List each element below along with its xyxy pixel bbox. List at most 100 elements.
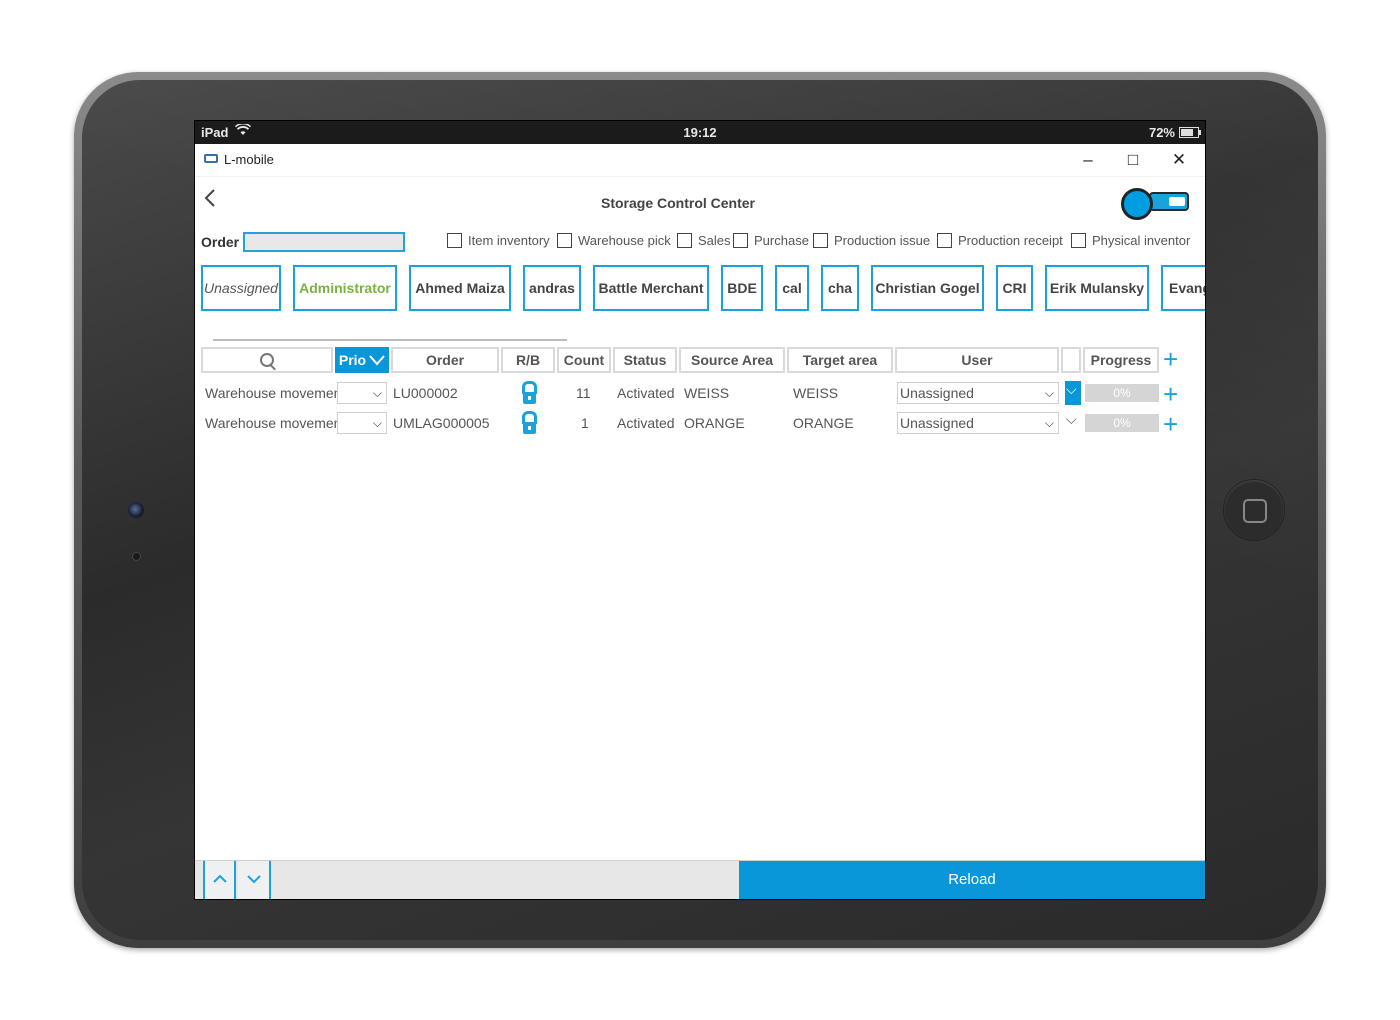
chevron-down-icon: ⌵ [372,416,382,430]
user-chip[interactable]: Erik Mulansky [1045,265,1149,311]
checkbox[interactable] [447,233,462,248]
footer-bar: Reload [195,860,1205,899]
user-chip-unassigned[interactable]: Unassigned [201,265,281,311]
progress-bar: 0% [1085,414,1159,432]
app-logo-icon [204,154,218,163]
user-chip[interactable]: andras [523,265,581,311]
chevron-down-icon [369,355,385,366]
toggle-track [1149,192,1189,211]
sensor-dot [133,553,140,560]
user-chip[interactable]: BDE [721,265,763,311]
filter-production-issue[interactable]: Production issue [813,233,930,248]
checkbox[interactable] [813,233,828,248]
user-chip[interactable]: CRI [996,265,1033,311]
source-area-value: ORANGE [684,415,745,431]
clock: 19:12 [683,125,717,140]
prio-column-header[interactable]: Prio [335,347,389,373]
checkbox[interactable] [557,233,572,248]
status-bar: iPad 19:12 72% [195,121,1205,144]
expander-column-header [1061,347,1081,373]
count-value: 1 [581,415,589,431]
chevron-down-icon [246,875,261,884]
toggle-knob [1121,188,1153,220]
target-area-column-header[interactable]: Target area [787,347,893,373]
source-area-value: WEISS [684,385,730,401]
reload-button[interactable]: Reload [739,861,1205,899]
user-chip[interactable]: Battle Merchant [593,265,709,311]
row-type: Warehouse movement [205,385,346,401]
user-select[interactable]: Unassigned ⌵ [897,382,1059,404]
table-row[interactable]: Warehouse movement ⌵ UMLAG000005 1 Activ… [201,411,1191,437]
user-chip-administrator[interactable]: Administrator [293,265,397,311]
prio-select[interactable]: ⌵ [337,412,387,434]
screen: iPad 19:12 72% L-mobile – □ ✕ Storage Co… [194,120,1206,900]
prio-select[interactable]: ⌵ [337,382,387,404]
count-column-header[interactable]: Count [557,347,611,373]
mode-toggle[interactable] [1119,185,1199,221]
table-search-header[interactable] [201,347,333,373]
user-chip-row: Unassigned Administrator Ahmed Maiza and… [195,265,1205,313]
filter-production-receipt[interactable]: Production receipt [937,233,1063,248]
chip-scrollbar[interactable] [213,339,567,341]
status-value: Activated [617,415,675,431]
checkbox[interactable] [1071,233,1086,248]
battery-icon [1179,127,1201,138]
filter-row: Order Item inventory Warehouse pick Sale… [195,231,1205,255]
order-number: LU000002 [393,385,458,401]
target-area-value: ORANGE [793,415,854,431]
order-column-header[interactable]: Order [391,347,499,373]
table-header: Prio Order R/B Count Status Source Area … [201,346,1191,375]
chevron-down-icon: ⌵ [1044,386,1054,400]
order-label: Order [201,234,240,250]
row-expander[interactable]: ⌵ [1065,411,1081,435]
chevron-down-icon: ⌵ [1066,381,1077,397]
filter-warehouse-pick[interactable]: Warehouse pick [557,233,671,248]
user-chip[interactable]: cal [775,265,809,311]
plus-icon[interactable]: + [1163,411,1178,437]
checkbox[interactable] [937,233,952,248]
chevron-down-icon: ⌵ [1044,416,1054,430]
user-column-header[interactable]: User [895,347,1059,373]
filter-purchase[interactable]: Purchase [733,233,809,248]
target-area-value: WEISS [793,385,839,401]
close-button[interactable]: ✕ [1164,149,1194,171]
search-icon [260,353,274,367]
checkbox[interactable] [677,233,692,248]
status-column-header[interactable]: Status [613,347,677,373]
plus-icon[interactable]: + [1163,346,1178,372]
filter-sales[interactable]: Sales [677,233,731,248]
chevron-down-icon: ⌵ [372,386,382,400]
filter-item-inventory[interactable]: Item inventory [447,233,550,248]
app-name: L-mobile [224,152,274,167]
order-number: UMLAG000005 [393,415,490,431]
user-chip[interactable]: cha [821,265,859,311]
status-value: Activated [617,385,675,401]
page-header: Storage Control Center [195,176,1205,227]
maximize-button[interactable]: □ [1118,149,1148,171]
unlocked-icon[interactable] [521,381,537,405]
home-button[interactable] [1224,480,1284,540]
rb-column-header[interactable]: R/B [501,347,555,373]
filter-physical-inventory[interactable]: Physical inventor [1071,233,1190,248]
scroll-up-button[interactable] [203,861,236,899]
progress-column-header[interactable]: Progress [1083,347,1159,373]
chevron-up-icon [212,874,227,883]
user-select[interactable]: Unassigned ⌵ [897,412,1059,434]
user-chip[interactable]: Ahmed Maiza [409,265,511,311]
checkbox[interactable] [733,233,748,248]
source-area-column-header[interactable]: Source Area [679,347,785,373]
scroll-down-button[interactable] [238,861,271,899]
user-chip[interactable]: Christian Gogel [871,265,984,311]
user-chip[interactable]: Evang [1161,265,1205,311]
table-row[interactable]: Warehouse movement ⌵ LU000002 11 Activat… [201,381,1191,407]
chevron-down-icon: ⌵ [1066,411,1077,427]
minimize-button[interactable]: – [1073,149,1103,171]
row-type: Warehouse movement [205,415,346,431]
count-value: 11 [576,385,591,401]
camera-icon [128,502,144,518]
row-expander[interactable]: ⌵ [1065,381,1081,405]
order-search-input[interactable] [243,232,405,252]
progress-bar: 0% [1085,384,1159,402]
unlocked-icon[interactable] [521,411,537,435]
plus-icon[interactable]: + [1163,381,1178,407]
